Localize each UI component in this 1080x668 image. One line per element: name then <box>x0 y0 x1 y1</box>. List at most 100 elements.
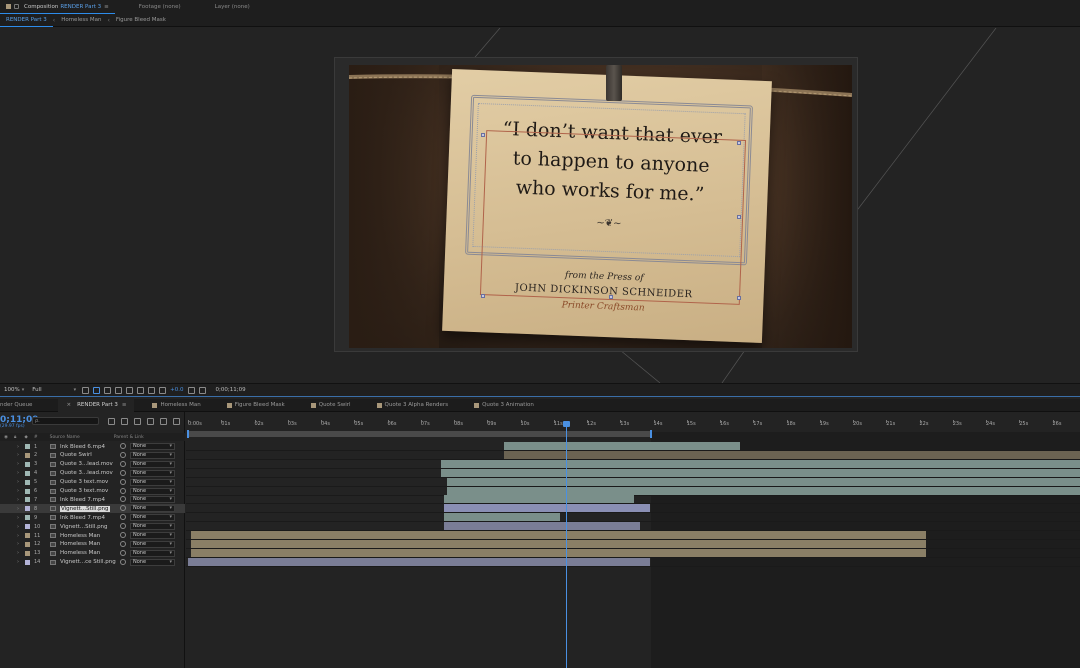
parent-select[interactable]: None ▾ <box>130 523 175 531</box>
exposure-value[interactable]: +0.0 <box>170 387 183 393</box>
layer-duration-bar[interactable] <box>444 522 641 531</box>
layer-duration-bar[interactable] <box>444 513 561 522</box>
pickwhip-icon[interactable] <box>120 469 126 476</box>
layer-label-swatch[interactable] <box>25 559 30 565</box>
parent-select[interactable]: None ▾ <box>130 549 175 557</box>
layer-duration-bar[interactable] <box>440 459 1080 468</box>
layer-duration-bar[interactable] <box>447 486 1080 495</box>
pickwhip-icon[interactable] <box>120 514 126 521</box>
pickwhip-icon[interactable] <box>120 451 126 458</box>
layer-label-swatch[interactable] <box>25 541 30 547</box>
layer-label-swatch[interactable] <box>25 479 30 485</box>
layer-duration-bar[interactable] <box>444 495 634 504</box>
breadcrumb-item-homeless[interactable]: Homeless Man <box>55 17 107 23</box>
pickwhip-icon[interactable] <box>120 487 126 494</box>
frame-blending-icon[interactable] <box>147 418 154 425</box>
playhead-handle[interactable] <box>563 421 570 427</box>
panel-menu-icon[interactable]: ≡ <box>104 4 109 10</box>
timeline-tab[interactable]: × RENDER Part 3 ≡ <box>58 398 135 412</box>
resolution-select[interactable]: Full ▾ <box>30 387 78 393</box>
layer-row[interactable]: › 13 Homeless Man None ▾ <box>0 549 185 558</box>
graph-editor-icon[interactable] <box>173 418 180 425</box>
parent-select[interactable]: None ▾ <box>130 443 175 450</box>
layer-label-swatch[interactable] <box>25 497 30 503</box>
shy-layers-icon[interactable] <box>134 418 141 425</box>
pickwhip-icon[interactable] <box>120 532 126 538</box>
exposure-icon[interactable] <box>159 386 167 394</box>
layer-name[interactable]: Quote 3...lead.mov <box>60 461 113 467</box>
layer-name[interactable]: Homeless Man <box>60 533 100 539</box>
parent-select[interactable]: None ▾ <box>130 514 175 522</box>
zoom-select[interactable]: 100% ▾ <box>2 387 26 393</box>
mask-visibility-icon[interactable] <box>104 386 112 394</box>
pickwhip-icon[interactable] <box>120 540 126 547</box>
transform-handle[interactable] <box>737 215 741 219</box>
parent-select[interactable]: None ▾ <box>130 451 175 459</box>
fast-previews-icon[interactable] <box>82 386 90 394</box>
pickwhip-icon[interactable] <box>120 505 126 512</box>
parent-select[interactable]: None ▾ <box>130 496 175 504</box>
lock-icon[interactable] <box>14 4 19 9</box>
tab-footage[interactable]: Footage (none) <box>133 0 187 14</box>
pickwhip-icon[interactable] <box>120 443 126 449</box>
tab-layer[interactable]: Layer (none) <box>209 0 256 14</box>
layer-name[interactable]: Homeless Man <box>60 541 100 547</box>
comp-flowchart-icon[interactable] <box>108 418 115 425</box>
timeline-tab[interactable]: Quote 3 Animation <box>466 399 542 412</box>
pickwhip-icon[interactable] <box>120 549 126 556</box>
layer-duration-bar[interactable] <box>503 442 740 450</box>
close-icon[interactable]: × <box>66 402 71 408</box>
pickwhip-icon[interactable] <box>120 523 126 530</box>
timeline-tab[interactable]: Quote 3 Alpha Renders <box>369 399 457 412</box>
motion-blur-icon[interactable] <box>160 418 167 425</box>
timeline-tab[interactable]: Quote Swirl <box>303 399 359 412</box>
color-management-icon[interactable] <box>148 386 156 394</box>
region-of-interest-icon[interactable] <box>115 386 123 394</box>
current-time-indicator[interactable] <box>566 422 567 668</box>
layer-name[interactable]: Ink Bleed 6.mp4 <box>60 444 105 450</box>
comp-render-image[interactable]: “I don’t want that ever to happen to any… <box>349 65 852 348</box>
parent-select[interactable]: None ▾ <box>130 558 175 566</box>
channel-icon[interactable] <box>137 386 145 394</box>
pickwhip-icon[interactable] <box>120 496 126 503</box>
pickwhip-icon[interactable] <box>120 558 126 565</box>
layer-label-swatch[interactable] <box>25 524 30 530</box>
layer-label-swatch[interactable] <box>25 533 30 538</box>
work-area-start-handle[interactable] <box>187 430 189 438</box>
transparency-grid-icon[interactable] <box>93 386 101 394</box>
twirl-chevron-icon[interactable]: › <box>17 470 19 476</box>
layer-row[interactable]: › 3 Quote 3...lead.mov None ▾ <box>0 460 185 469</box>
grid-guides-icon[interactable] <box>126 386 134 394</box>
transform-handle[interactable] <box>737 141 741 145</box>
transform-handle[interactable] <box>481 294 485 298</box>
layer-row[interactable]: › 9 Ink Bleed 7.mp4 None ▾ <box>0 513 185 522</box>
viewer-timecode[interactable]: 0;00;11;09 <box>216 387 246 393</box>
layer-row[interactable]: › 5 Quote 3 text.mov None ▾ <box>0 478 185 487</box>
twirl-chevron-icon[interactable]: › <box>17 550 19 556</box>
work-area-end-handle[interactable] <box>650 430 652 438</box>
twirl-chevron-icon[interactable]: › <box>17 533 19 539</box>
parent-select[interactable]: None ▾ <box>130 478 175 486</box>
layer-label-swatch[interactable] <box>25 470 30 476</box>
tab-composition[interactable]: Composition RENDER Part 3 ≡ <box>0 0 115 14</box>
layer-duration-bar[interactable] <box>444 504 651 513</box>
breadcrumb-item-render[interactable]: RENDER Part 3 <box>0 14 53 27</box>
timeline-tab[interactable]: Homeless Man <box>144 399 208 412</box>
parent-select[interactable]: None ▾ <box>130 469 175 477</box>
layer-name[interactable]: Homeless Man <box>60 550 100 556</box>
parent-select[interactable]: None ▾ <box>130 532 175 539</box>
timeline-tab[interactable]: nder Queue <box>0 399 40 412</box>
twirl-chevron-icon[interactable]: › <box>17 461 19 467</box>
layer-name[interactable]: Ink Bleed 7.mp4 <box>60 515 105 521</box>
transform-handle[interactable] <box>481 133 485 137</box>
twirl-chevron-icon[interactable]: › <box>17 559 19 565</box>
layer-row[interactable]: › 4 Quote 3...lead.mov None ▾ <box>0 469 185 478</box>
twirl-chevron-icon[interactable]: › <box>17 515 19 521</box>
composition-viewer[interactable]: “I don’t want that ever to happen to any… <box>0 28 1080 383</box>
layer-selection-box[interactable] <box>479 130 747 305</box>
parent-select[interactable]: None ▾ <box>130 540 175 548</box>
transform-handle[interactable] <box>737 296 741 300</box>
layer-name[interactable]: Quote Swirl <box>60 452 92 458</box>
work-area-bar[interactable] <box>187 431 651 437</box>
layer-duration-bar[interactable] <box>188 557 651 566</box>
